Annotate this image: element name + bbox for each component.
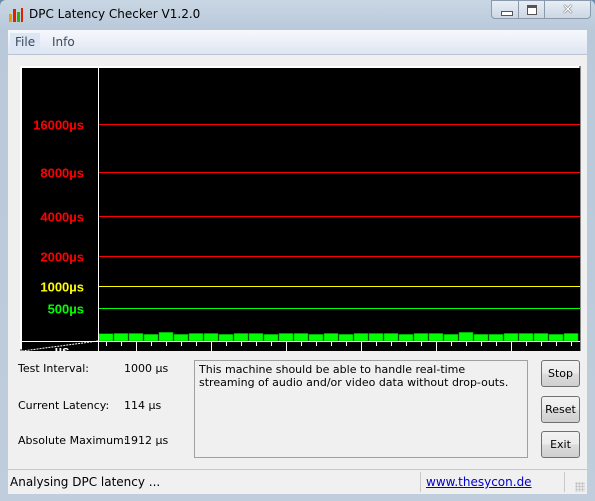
current-latency-value: 114 µs [124,399,162,412]
minimize-button[interactable] [491,0,519,19]
latency-bar [323,333,339,342]
status-separator [564,472,565,492]
absolute-maximum-value: 1912 µs [124,434,169,447]
resize-grip[interactable] [575,482,585,492]
exit-button[interactable]: Exit [541,431,580,458]
test-interval-value: 1000 µs [124,362,169,375]
level-label-8000: 8000µs [40,166,84,181]
level-label-16000: 16000µs [33,118,84,133]
menu-bar: File Info [8,30,587,55]
latency-bar [263,334,279,342]
latency-bar [518,333,534,342]
menu-info[interactable]: Info [47,33,80,51]
latency-graph: 16000µs8000µs4000µs2000µs1000µs500µsµss-… [22,68,580,351]
latency-bar [413,333,429,342]
latency-bar [188,333,204,342]
level-label-1000: 1000µs [40,280,84,295]
latency-bar [428,333,444,342]
level-label-4000: 4000µs [40,210,84,225]
latency-bar [158,332,174,342]
latency-chart-svg: 16000µs8000µs4000µs2000µs1000µs500µsµss-… [22,68,580,351]
absolute-maximum-label: Absolute Maximum: [18,434,128,447]
latency-bar [443,334,459,342]
level-label-2000: 2000µs [40,250,84,265]
close-icon: ✕ [562,2,574,18]
menu-file[interactable]: File [10,33,41,51]
latency-bar [293,333,309,342]
latency-bar [338,334,354,342]
client-area: File Info 16000µs 8000µs 4000µs 2000µs 1000µ… [8,30,587,494]
latency-bar [308,334,324,342]
close-button[interactable]: ✕ [544,0,591,19]
latency-bar [203,333,219,342]
latency-bar [233,333,249,342]
test-interval-label: Test Interval: [18,362,89,375]
latency-bar [173,334,189,342]
latency-bar [503,333,519,342]
status-separator [420,472,421,492]
minimize-icon [501,11,513,16]
level-label-500: 500µs [48,302,84,317]
latency-bar [488,334,504,342]
latency-bar [548,334,564,342]
latency-bar [143,334,159,342]
latency-bar [458,332,474,342]
latency-bar [563,333,579,342]
result-message: This machine should be able to handle re… [194,360,528,458]
latency-bar [473,334,489,342]
latency-bar [353,333,369,342]
maximize-icon [527,5,537,15]
latency-bar [128,333,144,342]
title-bar[interactable]: DPC Latency Checker V1.2.0 ✕ [0,0,595,30]
maximize-button[interactable] [518,0,545,19]
latency-bar [398,334,414,342]
status-text: Analysing DPC latency ... [10,475,161,489]
app-window: DPC Latency Checker V1.2.0 ✕ File Info 1… [0,0,595,501]
latency-bar [113,333,129,342]
stop-button[interactable]: Stop [541,360,580,387]
status-bar: Analysing DPC latency ... www.thesycon.d… [8,469,587,494]
y-unit-label: µs [55,343,70,351]
latency-bar [533,333,549,342]
window-title: DPC Latency Checker V1.2.0 [29,7,201,21]
latency-bar [278,333,294,342]
app-bar-chart-icon [9,8,23,22]
latency-bar [98,333,114,342]
latency-bar [248,333,264,342]
reset-button[interactable]: Reset [541,396,580,423]
current-latency-label: Current Latency: [18,399,110,412]
latency-bar [368,333,384,342]
website-link[interactable]: www.thesycon.de [426,475,532,489]
latency-bar [383,333,399,342]
latency-bar [218,334,234,342]
